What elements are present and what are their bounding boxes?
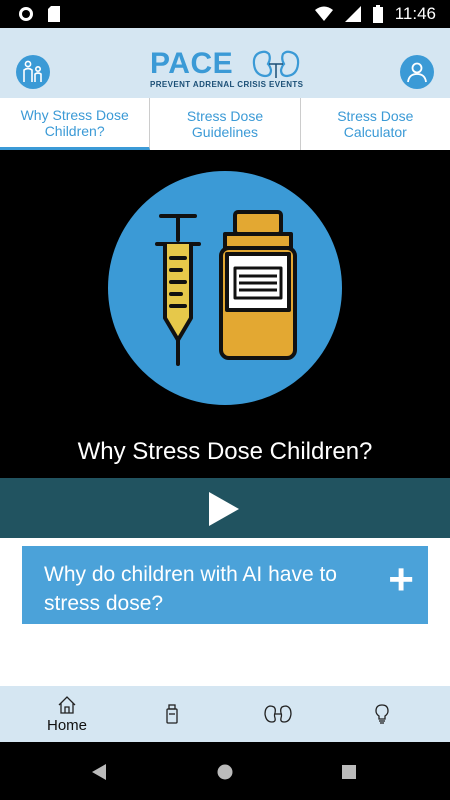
tab-stress-dose-guidelines[interactable]: Stress Dose Guidelines xyxy=(150,98,301,150)
plus-icon[interactable]: + xyxy=(388,558,414,602)
tab-stress-dose-calculator[interactable]: Stress Dose Calculator xyxy=(301,98,450,150)
sd-card-icon xyxy=(48,6,60,22)
battery-icon xyxy=(372,5,383,23)
status-bar: 11:46 xyxy=(0,0,450,28)
tab-label: Why Stress Dose Children? xyxy=(20,106,129,139)
lightbulb-icon xyxy=(375,704,389,724)
tab-label: Stress Dose Calculator xyxy=(337,108,414,140)
video-title: Why Stress Dose Children? xyxy=(77,438,373,465)
kidneys-icon xyxy=(264,705,292,723)
syringe-bottle-illustration xyxy=(108,171,342,405)
faq-question: Why do children with AI have to stress d… xyxy=(44,563,337,615)
system-navigation-bar xyxy=(0,742,450,800)
tab-bar: Why Stress Dose Children? Stress Dose Gu… xyxy=(0,98,450,151)
video-player[interactable] xyxy=(0,150,450,478)
tab-why-stress-dose-children[interactable]: Why Stress Dose Children? xyxy=(0,98,151,150)
kidneys-logo-icon xyxy=(252,50,300,78)
recents-icon[interactable] xyxy=(342,765,356,779)
home-circle-icon[interactable] xyxy=(217,764,233,780)
signal-icon xyxy=(344,6,361,22)
status-time: 11:46 xyxy=(394,4,436,23)
wifi-icon xyxy=(314,6,333,21)
profile-button[interactable] xyxy=(400,55,434,89)
nav-home-label: Home xyxy=(46,716,87,734)
home-icon xyxy=(58,695,76,714)
family-icon xyxy=(23,60,42,82)
logo-subtitle: PREVENT ADRENAL CRISIS EVENTS xyxy=(150,80,304,89)
nav-medication[interactable] xyxy=(132,686,212,742)
nav-tips[interactable] xyxy=(342,686,422,742)
play-icon[interactable] xyxy=(206,490,242,528)
back-icon[interactable] xyxy=(92,764,106,780)
nav-adrenal[interactable] xyxy=(238,686,318,742)
person-icon xyxy=(407,62,427,83)
pace-logo: PACE PREVENT ADRENAL CRISIS EVENTS xyxy=(150,47,310,97)
family-button[interactable] xyxy=(16,55,50,89)
faq-accordion-item[interactable]: Why do children with AI have to stress d… xyxy=(22,546,428,624)
medicine-bottle-icon xyxy=(166,704,178,724)
tab-label: Stress Dose Guidelines xyxy=(186,108,264,140)
bottom-navigation: Home xyxy=(0,686,450,742)
logo-title: PACE xyxy=(150,47,234,80)
sync-icon xyxy=(19,7,33,21)
nav-home[interactable]: Home xyxy=(27,686,107,742)
